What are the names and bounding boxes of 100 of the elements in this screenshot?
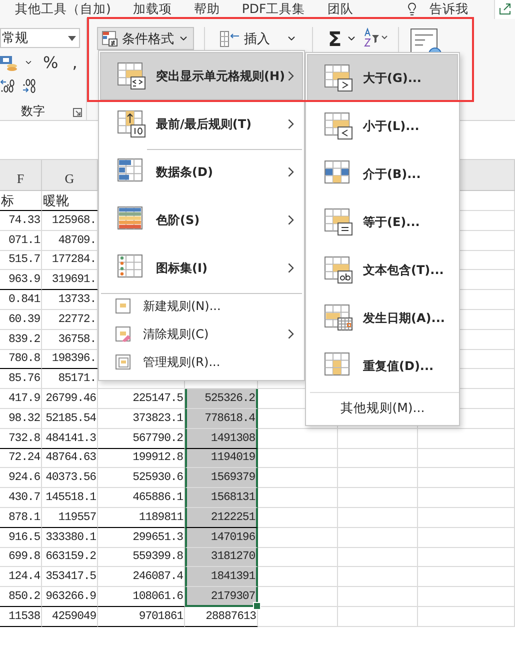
table-cell: 663159.2 xyxy=(42,548,98,568)
table-cell: 525326.2 xyxy=(185,389,258,409)
table-cell: 119557 xyxy=(42,508,98,528)
increase-decimal-icon[interactable] xyxy=(0,78,16,92)
equal-icon xyxy=(324,208,354,236)
share-button[interactable] xyxy=(494,0,515,19)
table-cell: 2122251 xyxy=(185,508,258,528)
table-cell: 9701861 xyxy=(98,606,185,627)
group-label: 数字 xyxy=(21,103,45,120)
table-cell: 699.8 xyxy=(0,548,42,568)
menu-item[interactable]: 发生日期(A)... xyxy=(307,294,458,342)
manage-rules-icon xyxy=(115,354,131,370)
table-cell: 1194019 xyxy=(185,448,258,468)
table-cell: 484141.3 xyxy=(42,428,98,449)
calendar-icon xyxy=(324,304,354,332)
menu-item[interactable]: 小于(L)... xyxy=(307,102,458,150)
menu-item[interactable]: 色阶(S) xyxy=(100,196,303,244)
table-cell: 333380.1 xyxy=(42,528,98,548)
table-cell: 60.39 xyxy=(0,310,42,330)
table-cell: 850.2 xyxy=(0,587,42,607)
ribbon-tab[interactable]: 其他工具（自加) xyxy=(15,0,111,18)
menu-item[interactable]: 最前/最后规则(T) xyxy=(100,100,303,148)
menu-item[interactable]: 文本包含(T)... xyxy=(307,246,458,294)
table-cell: 28887613 xyxy=(185,606,258,627)
menu-item[interactable]: 大于(G)... xyxy=(307,54,458,102)
table-cell: 430.7 xyxy=(0,488,42,508)
table-cell: 732.8 xyxy=(0,428,42,449)
insert-cells-icon xyxy=(220,30,240,46)
greater-than-icon xyxy=(324,64,354,92)
fill-handle[interactable] xyxy=(253,602,261,610)
menu-item[interactable]: 其他规则(M)... xyxy=(306,395,459,421)
conditional-formatting-icon xyxy=(102,30,118,46)
table-cell: 878.1 xyxy=(0,508,42,528)
table-cell: 72.24 xyxy=(0,448,42,468)
table-cell: 2179307 xyxy=(185,587,258,607)
table-cell: 515.7 xyxy=(0,250,42,270)
column-header[interactable]: F xyxy=(0,160,42,190)
comma-button[interactable]: , xyxy=(68,53,82,72)
menu-item[interactable]: 图标集(I) xyxy=(100,244,303,292)
table-cell: 963.9 xyxy=(0,270,42,290)
percent-button[interactable]: % xyxy=(39,53,62,72)
chevron-icon xyxy=(288,167,294,177)
ribbon-tab[interactable]: 帮助 xyxy=(194,0,220,18)
table-cell: 124.4 xyxy=(0,567,42,588)
menu-item[interactable]: 等于(E)... xyxy=(307,198,458,246)
conditional-formatting-button[interactable]: 条件格式 xyxy=(97,27,194,50)
table-cell: 26799.46 xyxy=(42,389,98,409)
table-cell: 839.2 xyxy=(0,330,42,350)
table-cell: 85.76 xyxy=(0,369,42,390)
chevron-icon xyxy=(288,329,294,339)
insert-button[interactable]: 插入 xyxy=(215,27,302,50)
table-cell: 0.841 xyxy=(0,290,42,310)
caret-icon[interactable] xyxy=(68,36,76,40)
table-compare-icon xyxy=(117,62,147,90)
table-cell: 11538 xyxy=(0,606,42,627)
decrease-decimal-icon[interactable] xyxy=(22,78,38,92)
table-cell: 标 xyxy=(0,191,42,211)
share-icon xyxy=(499,3,511,15)
caret-icon[interactable] xyxy=(24,58,33,67)
table-cell: 778618.4 xyxy=(185,408,258,429)
menu-item[interactable]: 清除规则(C) xyxy=(100,320,303,348)
table-cell: 40373.56 xyxy=(42,468,98,488)
table-cell: 98.32 xyxy=(0,408,42,429)
top-ten-icon xyxy=(117,110,147,138)
table-cell: 3181270 xyxy=(185,548,258,568)
number-format-dropdown[interactable]: 常规 xyxy=(0,28,80,48)
tell-me-field[interactable]: 告诉我 xyxy=(429,0,468,18)
eraser-icon xyxy=(115,326,131,342)
table-cell: 145518.1 xyxy=(42,488,98,508)
autosum-button[interactable]: Σ xyxy=(323,27,362,50)
menu-item[interactable]: 介于(B)... xyxy=(307,150,458,198)
table-cell: 1470196 xyxy=(185,528,258,548)
table-cell: 924.6 xyxy=(0,468,42,488)
menu-item[interactable]: 管理规则(R)... xyxy=(100,348,303,376)
ribbon-tab[interactable]: PDF工具集 xyxy=(242,0,306,18)
text-contains-icon xyxy=(324,256,354,284)
currency-icon[interactable] xyxy=(0,54,18,70)
table-cell: 1568131 xyxy=(185,488,258,508)
dialog-launcher-icon[interactable] xyxy=(73,108,82,117)
table-cell: 4259049 xyxy=(42,606,98,627)
chevron-icon xyxy=(288,263,294,273)
menu-item[interactable]: 突出显示单元格规则(H) xyxy=(100,52,303,100)
table-cell: 1491308 xyxy=(185,428,258,449)
menu-item[interactable]: 重复值(D)... xyxy=(307,342,458,390)
ribbon-tab[interactable]: 加载项 xyxy=(132,0,172,18)
chevron-icon xyxy=(288,71,294,81)
chevron-icon xyxy=(288,215,294,225)
chevron-icon xyxy=(288,119,294,129)
table-cell: 353417.5 xyxy=(42,567,98,588)
table-cell: 071.1 xyxy=(0,230,42,251)
ribbon-tab[interactable]: 团队 xyxy=(327,0,354,18)
table-cell: 916.5 xyxy=(0,528,42,548)
table-cell: 780.8 xyxy=(0,350,42,370)
table-cell: 1841391 xyxy=(185,567,258,588)
less-than-icon xyxy=(324,112,354,140)
table-cell: 963266.9 xyxy=(42,587,98,607)
sort-filter-icon[interactable] xyxy=(362,27,388,49)
table-cell: 1569379 xyxy=(185,468,258,488)
table-cell: 48764.63 xyxy=(42,448,98,468)
table-cell: 417.9 xyxy=(0,389,42,409)
